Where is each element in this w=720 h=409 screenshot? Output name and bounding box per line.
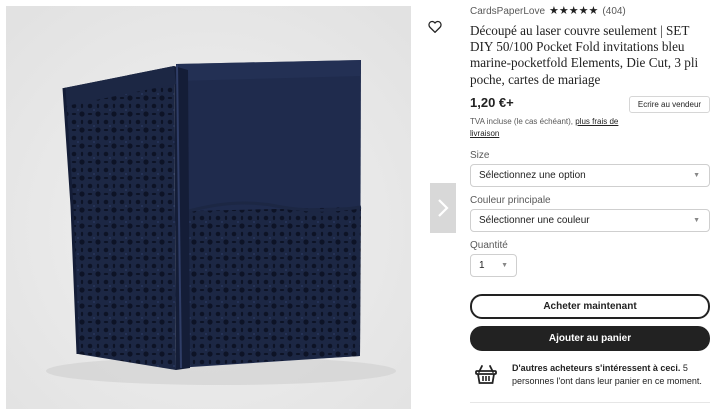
- review-count[interactable]: (404): [602, 6, 625, 17]
- star-icon: ★: [578, 5, 589, 17]
- interest-text: D'autres acheteurs s'intéressent à ceci.…: [512, 362, 710, 388]
- contact-seller-button[interactable]: Ecrire au vendeur: [629, 96, 710, 113]
- add-to-cart-button[interactable]: Ajouter au panier: [470, 326, 710, 351]
- quantity-value: 1: [479, 260, 485, 271]
- rating-stars: ★ ★ ★ ★ ★: [549, 6, 598, 17]
- interest-bold: D'autres acheteurs s'intéressent à ceci.: [512, 363, 681, 373]
- divider: [470, 402, 710, 403]
- shop-name-link[interactable]: CardsPaperLove: [470, 6, 545, 17]
- product-title: Découpé au laser couvre seulement | SET …: [470, 23, 699, 87]
- chevron-down-icon: ▼: [693, 172, 700, 179]
- buy-now-button[interactable]: Acheter maintenant: [470, 294, 710, 319]
- size-select-value: Sélectionnez une option: [479, 170, 586, 181]
- tva-text: TVA incluse (le cas échéant),: [470, 117, 574, 126]
- size-label: Size: [470, 150, 490, 161]
- basket-icon: [475, 365, 497, 384]
- star-icon: ★: [558, 5, 569, 17]
- shop-row: CardsPaperLove ★ ★ ★ ★ ★ (404): [470, 6, 626, 18]
- chevron-down-icon: ▼: [501, 262, 508, 269]
- quantity-select[interactable]: 1 ▼: [470, 254, 517, 277]
- next-image-button[interactable]: [430, 183, 456, 233]
- interest-notice: D'autres acheteurs s'intéressent à ceci.…: [474, 362, 710, 388]
- product-price: 1,20 €+: [470, 95, 514, 110]
- size-select[interactable]: Sélectionnez une option ▼: [470, 164, 710, 187]
- color-label: Couleur principale: [470, 195, 551, 206]
- heart-icon: [428, 20, 442, 33]
- chevron-down-icon: ▼: [693, 217, 700, 224]
- color-select[interactable]: Sélectionner une couleur ▼: [470, 209, 710, 232]
- chevron-right-icon: [438, 199, 449, 217]
- color-select-value: Sélectionner une couleur: [479, 215, 590, 226]
- favorite-button[interactable]: [425, 16, 445, 36]
- star-icon: ★: [568, 5, 579, 17]
- star-icon: ★: [549, 5, 559, 17]
- product-image[interactable]: [6, 6, 411, 409]
- quantity-label: Quantité: [470, 240, 508, 251]
- star-icon: ★: [588, 5, 599, 17]
- tva-note: TVA incluse (le cas échéant), plus frais…: [470, 116, 645, 140]
